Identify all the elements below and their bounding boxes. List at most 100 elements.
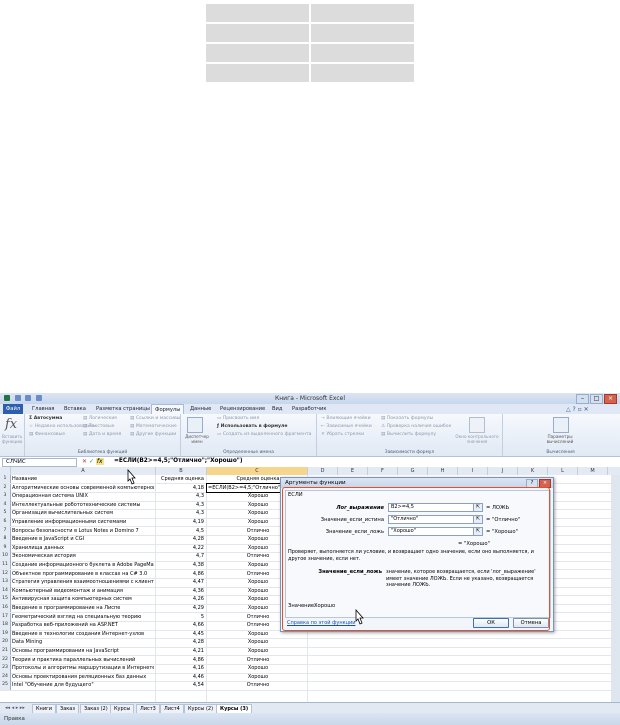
- cell-score[interactable]: 4,38: [156, 561, 204, 569]
- cell-score[interactable]: 4,26: [156, 595, 204, 603]
- row-number[interactable]: 19: [0, 629, 11, 639]
- text-button[interactable]: ▤ Текстовые: [83, 424, 114, 429]
- fx-icon[interactable]: fx: [95, 458, 104, 465]
- calc-options-button[interactable]: Параметры вычислений: [543, 434, 577, 444]
- cell-title[interactable]: Введение в программирование на Лиспе: [12, 604, 154, 612]
- cell-score[interactable]: 4,18: [156, 484, 204, 492]
- trace-dependents-button[interactable]: ⇠ Зависимые ячейки: [321, 424, 372, 429]
- more-functions-button[interactable]: ▤ Другие функции: [130, 432, 176, 437]
- row-number[interactable]: 14: [0, 586, 11, 596]
- tab-page-layout[interactable]: Разметка страницы: [96, 406, 150, 412]
- tab-insert[interactable]: Вставка: [64, 406, 86, 412]
- cell-score[interactable]: 4,36: [156, 587, 204, 595]
- cell-title[interactable]: Intel "Обучение для будущего": [12, 681, 154, 689]
- row-number[interactable]: 24: [0, 672, 11, 682]
- row-number[interactable]: 6: [0, 518, 11, 527]
- minimize-button[interactable]: –: [576, 394, 589, 404]
- cell-score[interactable]: 4,28: [156, 535, 204, 543]
- column-header-d[interactable]: D: [308, 467, 338, 475]
- row-number[interactable]: 22: [0, 655, 11, 664]
- row-number[interactable]: 17: [0, 612, 11, 621]
- cell-title[interactable]: Операционная система UNIX: [12, 492, 154, 500]
- row-number[interactable]: 11: [0, 561, 11, 570]
- row-number[interactable]: 9: [0, 543, 11, 553]
- formula-input[interactable]: =ЕСЛИ(B2>=4,5;"Отлично";"Хорошо"): [114, 458, 242, 464]
- name-manager-button[interactable]: Диспетчер имен: [183, 434, 211, 444]
- watch-window-icon[interactable]: [469, 417, 485, 433]
- column-header-c[interactable]: C: [207, 467, 308, 475]
- cell-title[interactable]: Компьютерный видеомонтаж и анимация: [12, 587, 154, 595]
- tab-view[interactable]: Вид: [272, 406, 283, 412]
- cell-grade[interactable]: Хорошо: [212, 647, 304, 655]
- cell-grade[interactable]: Отлично: [212, 681, 304, 689]
- cell-score[interactable]: 4,7: [156, 552, 204, 560]
- row-number[interactable]: 3: [0, 492, 11, 501]
- cell-title[interactable]: Основы проектирования реляционных баз да…: [12, 673, 154, 681]
- cell-score[interactable]: 4,22: [156, 544, 204, 552]
- cell-score[interactable]: 4,86: [156, 570, 204, 578]
- cell-title[interactable]: Стратегия управления взаимоотношениями с…: [12, 578, 154, 586]
- row-number[interactable]: 8: [0, 535, 11, 544]
- trace-precedents-button[interactable]: ⇢ Влияющие ячейки: [321, 416, 371, 421]
- cell-grade[interactable]: Хорошо: [212, 664, 304, 672]
- column-header-e[interactable]: E: [338, 467, 368, 475]
- watch-window-button[interactable]: Окно контрольного значения: [455, 434, 499, 444]
- row-number[interactable]: 10: [0, 552, 11, 561]
- cell-score[interactable]: 4,3: [156, 509, 204, 517]
- name-manager-icon[interactable]: [187, 417, 203, 433]
- cell-score[interactable]: 4,45: [156, 630, 204, 638]
- row-number[interactable]: 1: [0, 475, 11, 484]
- row-number[interactable]: 5: [0, 509, 11, 518]
- remove-arrows-button[interactable]: ✕ Убрать стрелки: [321, 432, 364, 437]
- tab-home[interactable]: Главная: [32, 406, 54, 412]
- fx-icon[interactable]: fx: [5, 417, 19, 432]
- row-number[interactable]: 25: [0, 681, 11, 690]
- cell-score[interactable]: 4,46: [156, 673, 204, 681]
- row-number[interactable]: 4: [0, 500, 11, 510]
- cell-score[interactable]: 4,19: [156, 518, 204, 526]
- row-number[interactable]: 23: [0, 664, 11, 673]
- autosum-button[interactable]: Σ Автосумма: [29, 416, 62, 421]
- cell-score[interactable]: 4,66: [156, 621, 204, 629]
- cell-title[interactable]: Антивирусная защита компьютерных систем: [12, 595, 154, 603]
- use-in-formula-button[interactable]: ƒ Использовать в формуле: [217, 424, 288, 429]
- cell-title[interactable]: Управление информационными системами: [12, 518, 154, 526]
- column-header-h[interactable]: H: [428, 467, 458, 475]
- cell-grade[interactable]: Хорошо: [212, 673, 304, 681]
- cell-score[interactable]: 4,29: [156, 604, 204, 612]
- row-number[interactable]: 15: [0, 595, 11, 604]
- enter-icon[interactable]: ✓: [89, 458, 94, 465]
- cell-title[interactable]: Интеллектуальные робототехнические систе…: [12, 501, 154, 509]
- column-header-g[interactable]: G: [398, 467, 428, 475]
- cell-score[interactable]: 4,54: [156, 681, 204, 689]
- maximize-button[interactable]: □: [590, 394, 603, 404]
- name-box[interactable]: СЛЧИС: [2, 458, 77, 467]
- cell-score[interactable]: 4,47: [156, 578, 204, 586]
- cell-title[interactable]: Экономическая история: [12, 552, 154, 560]
- cell-title[interactable]: Теория и практика параллельных вычислени…: [12, 656, 154, 664]
- cancel-icon[interactable]: ✕: [82, 458, 87, 465]
- cell-title[interactable]: Протоколы и алгоритмы маршрутизации в Ин…: [12, 664, 154, 672]
- cell-score[interactable]: 4,86: [156, 656, 204, 664]
- cell-title[interactable]: Геометрический взгляд на специальную тео…: [12, 613, 154, 621]
- show-formulas-button[interactable]: ▤ Показать формулы: [381, 416, 433, 421]
- column-header-j[interactable]: J: [488, 467, 518, 475]
- cell-score[interactable]: 4,28: [156, 638, 204, 646]
- row-number[interactable]: 20: [0, 638, 11, 647]
- column-header-f[interactable]: F: [368, 467, 398, 475]
- column-header-l[interactable]: L: [548, 467, 578, 475]
- row-number[interactable]: 7: [0, 526, 11, 535]
- select-all-corner[interactable]: [0, 467, 11, 475]
- create-from-selection-button[interactable]: ▭ Создать из выделенного фрагмента: [217, 432, 311, 437]
- help-icon[interactable]: △ ? ▫ ✕: [566, 406, 589, 413]
- cell-score[interactable]: 5: [156, 613, 204, 621]
- vertical-scrollbar[interactable]: [611, 475, 620, 702]
- define-name-button[interactable]: ▭ Присвоить имя: [217, 416, 259, 421]
- column-header-b[interactable]: B: [156, 467, 207, 475]
- cell-title[interactable]: Data Mining: [12, 638, 154, 646]
- tab-data[interactable]: Данные: [190, 406, 211, 412]
- row-number[interactable]: 13: [0, 578, 11, 587]
- sheet-nav-arrows[interactable]: ◂◂ ◂ ▸ ▸▸: [2, 704, 28, 712]
- cell-title[interactable]: Основы программирования на JavaScript: [12, 647, 154, 655]
- close-button[interactable]: ×: [604, 394, 617, 404]
